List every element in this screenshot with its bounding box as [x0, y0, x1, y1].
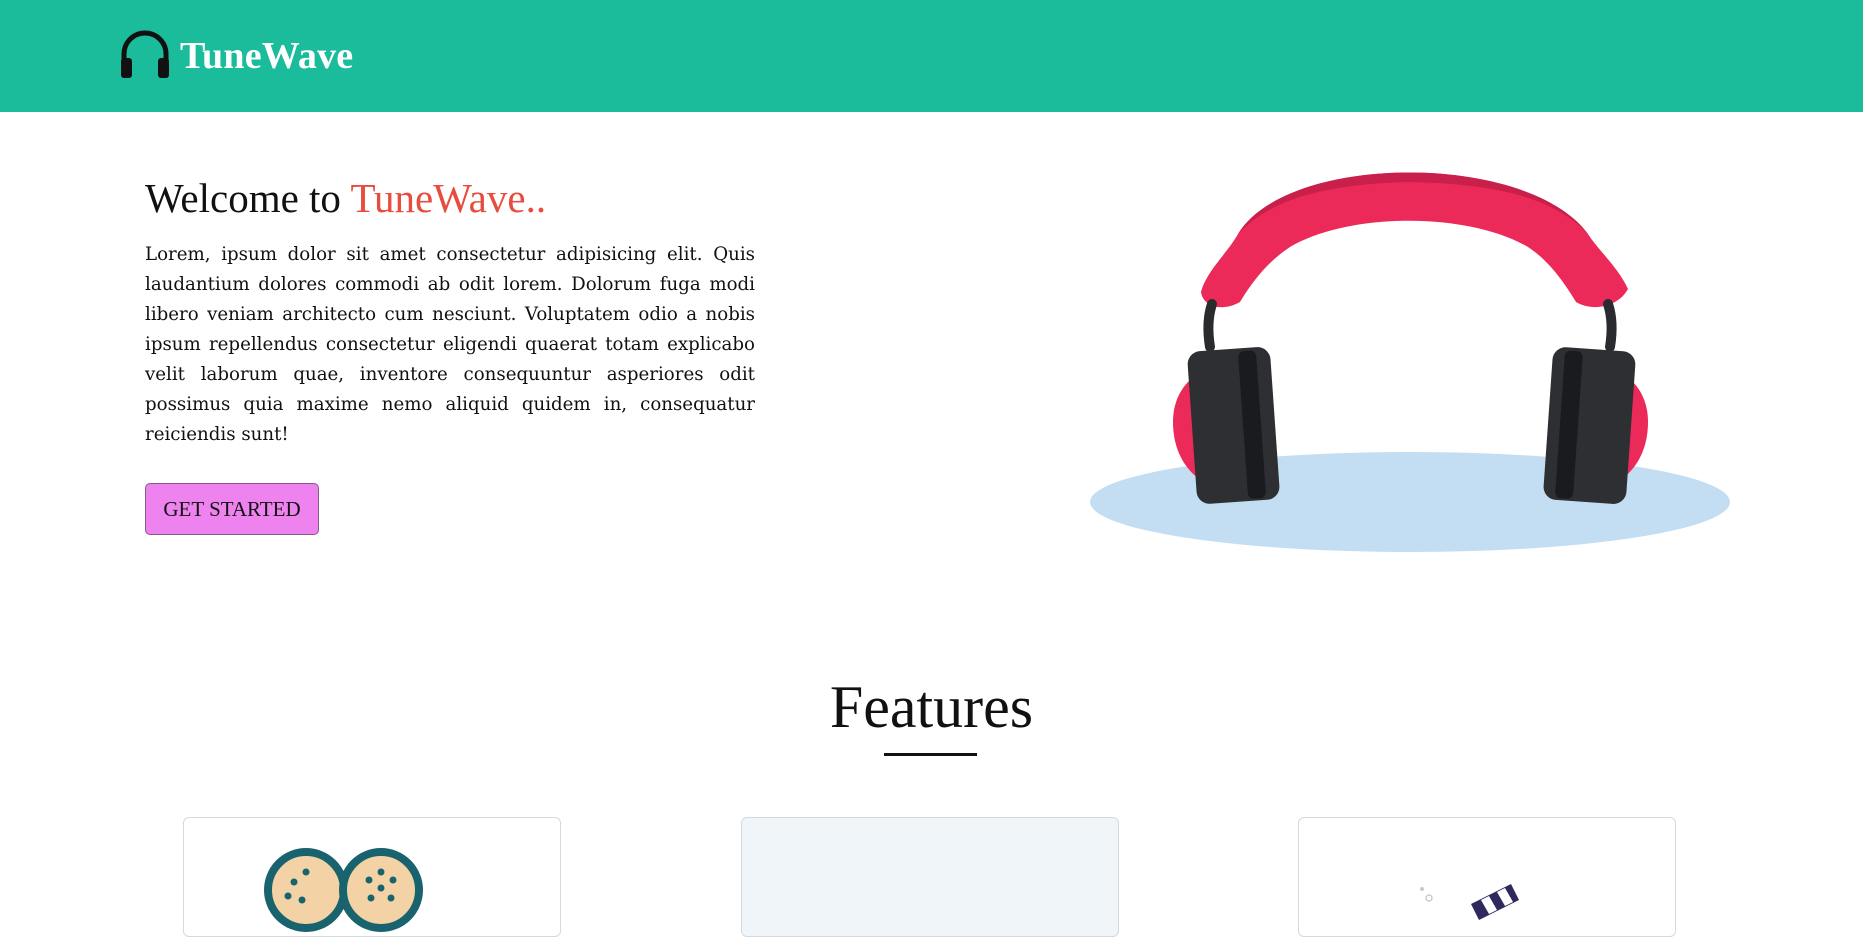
feature-card	[183, 817, 561, 937]
get-started-button[interactable]: GET STARTED	[145, 483, 319, 535]
features-title-underline	[884, 753, 977, 756]
brand-logo[interactable]: TuneWave	[118, 30, 353, 82]
hero-title-accent: TuneWave..	[350, 175, 547, 221]
headphones-illustration	[1088, 172, 1733, 557]
feature-card	[1298, 817, 1676, 937]
feature-card	[741, 817, 1119, 937]
features-title: Features	[829, 674, 1034, 740]
navbar: TuneWave	[0, 0, 1863, 112]
hero-title: Welcome to TuneWave..	[145, 170, 755, 226]
hero-description: Lorem, ipsum dolor sit amet consectetur …	[145, 244, 755, 445]
brand-name: TuneWave	[180, 35, 354, 77]
hero-text: Welcome to TuneWave.. Lorem, ipsum dolor…	[145, 170, 755, 450]
hero-title-prefix: Welcome to	[145, 175, 351, 221]
headphones-icon	[118, 28, 172, 84]
